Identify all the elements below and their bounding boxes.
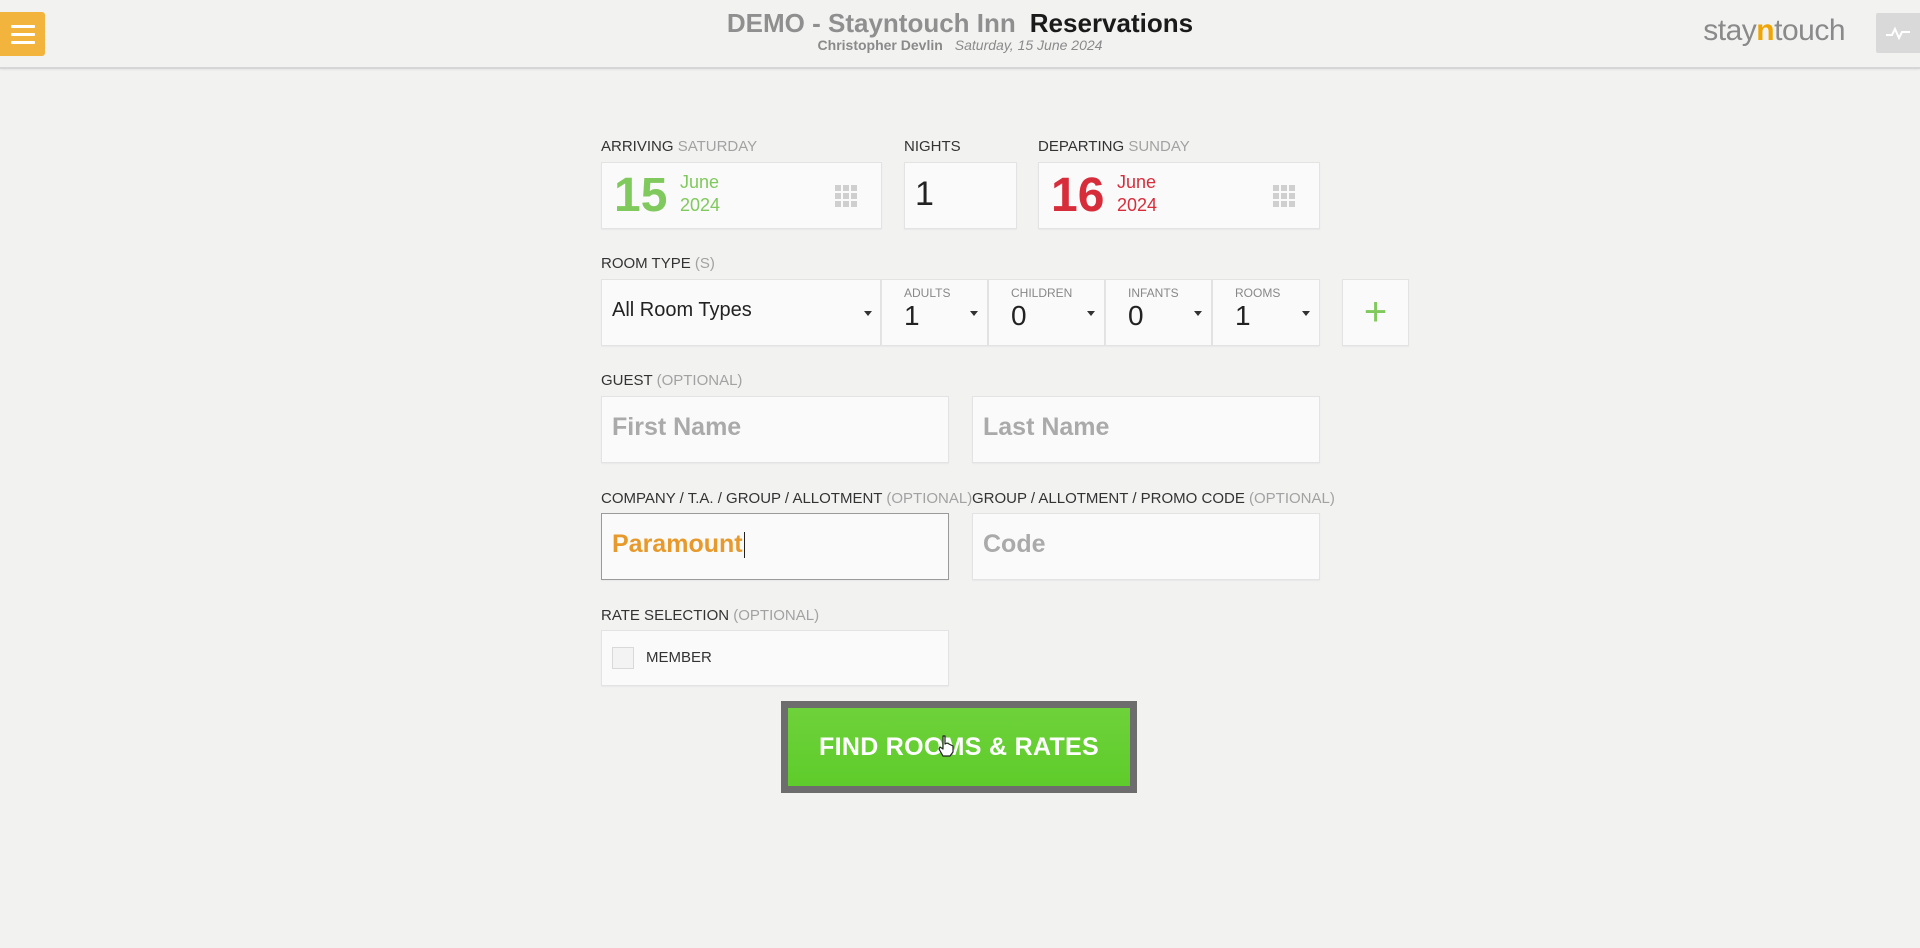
nights-input[interactable]: 1 <box>904 162 1017 229</box>
first-name-field[interactable]: First Name <box>601 396 949 463</box>
arrival-month: June <box>680 172 720 192</box>
arrival-date-picker[interactable]: 15 June 2024 <box>601 162 882 229</box>
departure-year: 2024 <box>1117 195 1158 215</box>
member-rate-option[interactable]: MEMBER <box>601 630 949 686</box>
promo-code-label: GROUP / ALLOTMENT / PROMO CODE (OPTIONAL… <box>972 490 1335 507</box>
children-label: CHILDREN <box>1011 286 1073 300</box>
room-type-value: All Room Types <box>612 299 752 321</box>
departure-date-picker[interactable]: 16 June 2024 <box>1038 162 1320 229</box>
find-rooms-rates-button[interactable]: FIND ROOMS & RATES <box>781 701 1137 793</box>
find-rooms-rates-label: FIND ROOMS & RATES <box>788 708 1130 786</box>
room-type-select[interactable]: All Room Types <box>601 279 881 346</box>
add-room-button[interactable]: + <box>1342 279 1409 346</box>
page-title: Reservations <box>1029 8 1194 38</box>
infants-label: INFANTS <box>1128 286 1179 300</box>
arriving-label: ARRIVING SATURDAY <box>601 138 758 155</box>
hotel-name: DEMO - Stayntouch Inn <box>726 8 1016 38</box>
arrival-year: 2024 <box>680 195 721 215</box>
member-checkbox[interactable] <box>612 647 634 669</box>
header-title: DEMO - Stayntouch Inn Reservations <box>0 8 1920 39</box>
caret-down-icon <box>1302 311 1310 316</box>
departing-label: DEPARTING SUNDAY <box>1038 138 1190 155</box>
departure-month: June <box>1117 172 1157 192</box>
arrival-day: 15 <box>614 169 668 222</box>
children-select[interactable]: CHILDREN 0 <box>988 279 1105 346</box>
nights-value: 1 <box>915 175 934 213</box>
top-header: DEMO - Stayntouch Inn Reservations Christ… <box>0 0 1920 69</box>
first-name-placeholder: First Name <box>612 413 742 441</box>
mouse-pointer-icon <box>938 735 954 757</box>
user-name: Christopher Devlin <box>817 37 943 53</box>
rate-selection-label: RATE SELECTION (OPTIONAL) <box>601 607 820 624</box>
room-type-label: ROOM TYPE (S) <box>601 255 715 272</box>
caret-down-icon <box>970 311 978 316</box>
text-caret <box>743 532 745 559</box>
last-name-placeholder: Last Name <box>983 413 1110 441</box>
guest-label: GUEST (OPTIONAL) <box>601 372 743 389</box>
rooms-select[interactable]: ROOMS 1 <box>1212 279 1320 346</box>
header-subtitle: Christopher Devlin Saturday, 15 June 2024 <box>0 37 1920 53</box>
departure-day: 16 <box>1051 169 1105 222</box>
plus-icon: + <box>1363 290 1388 334</box>
infants-value: 0 <box>1128 300 1144 331</box>
caret-down-icon <box>1087 311 1095 316</box>
nights-label: NIGHTS <box>904 138 961 155</box>
rooms-value: 1 <box>1235 300 1251 331</box>
promo-code-field[interactable]: Code <box>972 513 1320 580</box>
business-date: Saturday, 15 June 2024 <box>954 37 1103 53</box>
member-label: MEMBER <box>646 649 712 666</box>
last-name-field[interactable]: Last Name <box>972 396 1320 463</box>
company-field[interactable]: Paramount <box>601 513 949 580</box>
adults-select[interactable]: ADULTS 1 <box>881 279 988 346</box>
calendar-icon <box>835 185 857 207</box>
adults-label: ADULTS <box>904 286 951 300</box>
children-value: 0 <box>1011 300 1027 331</box>
activity-icon <box>1886 26 1910 41</box>
infants-select[interactable]: INFANTS 0 <box>1105 279 1212 346</box>
company-value: Paramount <box>612 530 745 559</box>
promo-code-placeholder: Code <box>983 530 1046 558</box>
adults-value: 1 <box>904 300 920 331</box>
rooms-label: ROOMS <box>1235 286 1281 300</box>
caret-down-icon <box>1194 311 1202 316</box>
company-label: COMPANY / T.A. / GROUP / ALLOTMENT (OPTI… <box>601 490 973 507</box>
activity-button[interactable] <box>1876 13 1920 53</box>
caret-down-icon <box>864 311 872 316</box>
brand-logo: stayntouch <box>1703 14 1845 47</box>
calendar-icon <box>1273 185 1295 207</box>
